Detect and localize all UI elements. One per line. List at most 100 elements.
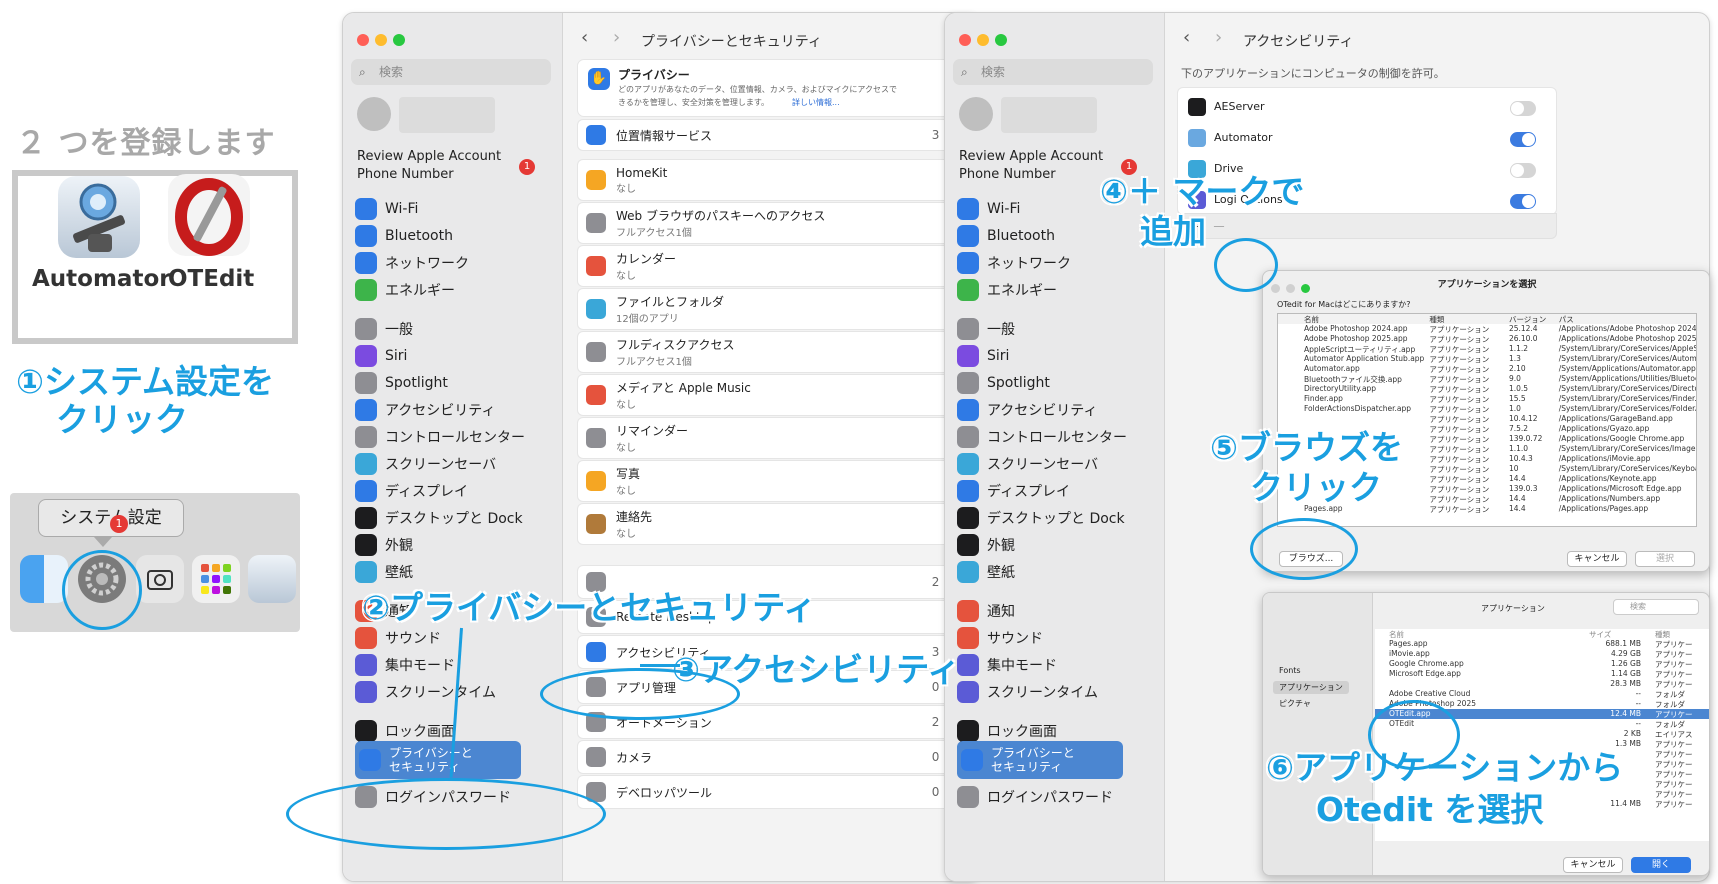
privacy-row[interactable]: フルディスクアクセスフルアクセス1個› <box>577 331 961 373</box>
finder-path[interactable]: アプリケーション <box>1481 603 1545 614</box>
priv-sidebar-item-1[interactable]: Bluetooth <box>355 222 453 250</box>
priv-sidebar-item-2[interactable]: ネットワーク <box>355 249 469 277</box>
priv-sidebar-item-15[interactable]: サウンド <box>355 624 441 652</box>
acc-sidebar-item-13[interactable]: 壁紙 <box>957 558 1015 586</box>
screenshot-dock-icon[interactable] <box>136 555 184 603</box>
priv-sidebar-item-13[interactable]: 壁紙 <box>355 558 413 586</box>
account-line1-2[interactable]: Review Apple Account <box>959 149 1103 164</box>
finder-sidebar-item[interactable]: Fonts <box>1273 665 1307 676</box>
acc-sidebar-item-16[interactable]: 集中モード <box>957 651 1057 679</box>
privacy-row[interactable]: リマインダーなし› <box>577 417 961 459</box>
back-button-2[interactable]: ‹ <box>1183 27 1190 48</box>
priv-sidebar-item-3[interactable]: エネルギー <box>355 276 455 304</box>
priv-sidebar-item-6[interactable]: Spotlight <box>355 369 448 397</box>
acc-sidebar-item-7[interactable]: アクセシビリティ <box>957 396 1097 424</box>
column-header[interactable]: パス <box>1557 314 1696 324</box>
finder-cancel-button[interactable]: キャンセル <box>1563 857 1623 873</box>
account-line2-2[interactable]: Phone Number <box>959 167 1056 182</box>
table-row[interactable]: iMovie.app 4.29 GB アプリケー <box>1375 649 1709 659</box>
acc-sidebar-item-6[interactable]: Spotlight <box>957 369 1050 397</box>
acc-sidebar-item-1[interactable]: Bluetooth <box>957 222 1055 250</box>
account-line1[interactable]: Review Apple Account <box>357 149 501 164</box>
acc-sidebar-item-15[interactable]: サウンド <box>957 624 1043 652</box>
acc-sidebar-item-11[interactable]: デスクトップと Dock <box>957 504 1125 532</box>
priv-sidebar-item-7[interactable]: アクセシビリティ <box>355 396 495 424</box>
finder-sidebar-item[interactable]: アプリケーション <box>1273 681 1349 694</box>
acc-sidebar-item-0[interactable]: Wi-Fi <box>957 195 1020 223</box>
priv-sidebar-item-5[interactable]: Siri <box>355 342 407 370</box>
privacy-row[interactable]: HomeKitなし› <box>577 159 961 201</box>
table-row[interactable]: Automator.app アプリケーション 2.10/System/Applica… <box>1278 364 1696 374</box>
table-row[interactable]: Adobe Photoshop 2024.app アプリケーション 25.12.4 /… <box>1278 324 1696 334</box>
privacy-row[interactable]: 写真なし› <box>577 460 961 502</box>
priv-sidebar-item-9[interactable]: スクリーンセーバ <box>355 450 496 478</box>
finder-open-button[interactable]: 開く <box>1631 857 1691 873</box>
table-row[interactable]: Adobe Creative Cloud -- フォルダ <box>1375 689 1709 699</box>
user-avatar[interactable] <box>357 97 391 131</box>
table-row[interactable]: 28.3 MB アプリケー <box>1375 679 1709 689</box>
column-header[interactable]: 種類 <box>1641 629 1707 639</box>
app-toggle[interactable] <box>1510 163 1536 178</box>
acc-sidebar-item-14[interactable]: 通知 <box>957 597 1015 625</box>
priv-sidebar-item-10[interactable]: ディスプレイ <box>355 477 468 505</box>
privacy-row[interactable]: Web ブラウザのパスキーへのアクセスフルアクセス1個› <box>577 202 961 244</box>
finder-sidebar-item[interactable]: ピクチャ <box>1273 697 1317 710</box>
account-line2[interactable]: Phone Number <box>357 167 454 182</box>
priv-sidebar-item-8[interactable]: コントロールセンター <box>355 423 525 451</box>
acc-sidebar-item-3[interactable]: エネルギー <box>957 276 1057 304</box>
finder-dock-icon[interactable] <box>20 555 68 603</box>
table-row[interactable]: AppleScriptユーティリティ.app アプリケーション 1.1.2/Syst… <box>1278 344 1696 354</box>
forward-button[interactable]: › <box>613 27 620 48</box>
acc-sidebar-item-4[interactable]: 一般 <box>957 315 1015 343</box>
table-row[interactable]: Bluetoothファイル交換.app アプリケーション 9.0/System/Ap… <box>1278 374 1696 384</box>
table-row[interactable]: Microsoft Edge.app 1.14 GB アプリケー <box>1375 669 1709 679</box>
dialog-ok-button[interactable]: 選択 <box>1635 551 1695 567</box>
column-header[interactable]: 名前 <box>1278 314 1427 324</box>
acc-sidebar-item-12[interactable]: 外観 <box>957 531 1015 559</box>
acc-sidebar-item-2[interactable]: ネットワーク <box>957 249 1071 277</box>
launchpad-dock-icon[interactable] <box>192 555 240 603</box>
column-header[interactable]: 種類 <box>1427 314 1507 324</box>
acc-sidebar-item-10[interactable]: ディスプレイ <box>957 477 1070 505</box>
priv-sidebar-item-17[interactable]: スクリーンタイム <box>355 678 496 706</box>
column-header[interactable]: バージョン <box>1507 314 1557 324</box>
table-row[interactable]: FolderActionsDispatcher.app アプリケーション 1.0/S… <box>1278 404 1696 414</box>
back-button[interactable]: ‹ <box>581 27 588 48</box>
privacy-row[interactable]: メディアと Apple Musicなし› <box>577 374 961 416</box>
priv-sidebar-item-11[interactable]: デスクトップと Dock <box>355 504 523 532</box>
priv-sidebar-item-12[interactable]: 外観 <box>355 531 413 559</box>
priv-sidebar-item-4[interactable]: 一般 <box>355 315 413 343</box>
automator-dock-icon[interactable] <box>248 555 296 603</box>
app-toggle[interactable] <box>1510 194 1536 209</box>
user-avatar-2[interactable] <box>959 97 993 131</box>
finder-search-input[interactable]: 検索 <box>1613 599 1699 615</box>
more-info-link[interactable]: 詳しい情報... <box>792 97 840 108</box>
priv-sidebar-item-16[interactable]: 集中モード <box>355 651 455 679</box>
privacy-row[interactable]: 位置情報サービス 3 › <box>577 119 961 151</box>
priv-sidebar-item-19[interactable]: プライバシーと セキュリティ <box>355 741 521 779</box>
app-toggle[interactable] <box>1510 132 1536 147</box>
table-row[interactable]: Google Chrome.app 1.26 GB アプリケー <box>1375 659 1709 669</box>
app-toggle[interactable] <box>1510 101 1536 116</box>
dialog-cancel-button[interactable]: キャンセル <box>1567 551 1627 567</box>
sidebar-search-input[interactable]: 検索 <box>351 59 551 85</box>
acc-sidebar-item-5[interactable]: Siri <box>957 342 1009 370</box>
privacy-row[interactable]: デベロッパツール 0 › <box>577 775 961 809</box>
table-row[interactable]: アプリケーション 10.4.12/Applications/GarageBand.… <box>1278 414 1696 424</box>
sidebar-search-input-2[interactable]: 検索 <box>953 59 1153 85</box>
forward-button-2[interactable]: › <box>1215 27 1222 48</box>
column-header[interactable]: サイズ <box>1575 629 1641 639</box>
acc-sidebar-item-19[interactable]: プライバシーと セキュリティ <box>957 741 1123 779</box>
table-row[interactable]: Finder.app アプリケーション 15.5/System/Library/Co… <box>1278 394 1696 404</box>
remove-button[interactable]: － <box>1212 217 1226 237</box>
acc-sidebar-item-9[interactable]: スクリーンセーバ <box>957 450 1098 478</box>
column-header[interactable]: 名前 <box>1375 629 1575 639</box>
table-row[interactable]: Pages.app 688.1 MB アプリケー <box>1375 639 1709 649</box>
privacy-row[interactable]: カメラ 0 › <box>577 740 961 774</box>
privacy-row[interactable]: ファイルとフォルダ12個のアプリ› <box>577 288 961 330</box>
privacy-row[interactable]: 連絡先なし› <box>577 503 961 545</box>
acc-sidebar-item-8[interactable]: コントロールセンター <box>957 423 1127 451</box>
priv-sidebar-item-0[interactable]: Wi-Fi <box>355 195 418 223</box>
privacy-row[interactable]: カレンダーなし› <box>577 245 961 287</box>
acc-sidebar-item-17[interactable]: スクリーンタイム <box>957 678 1098 706</box>
